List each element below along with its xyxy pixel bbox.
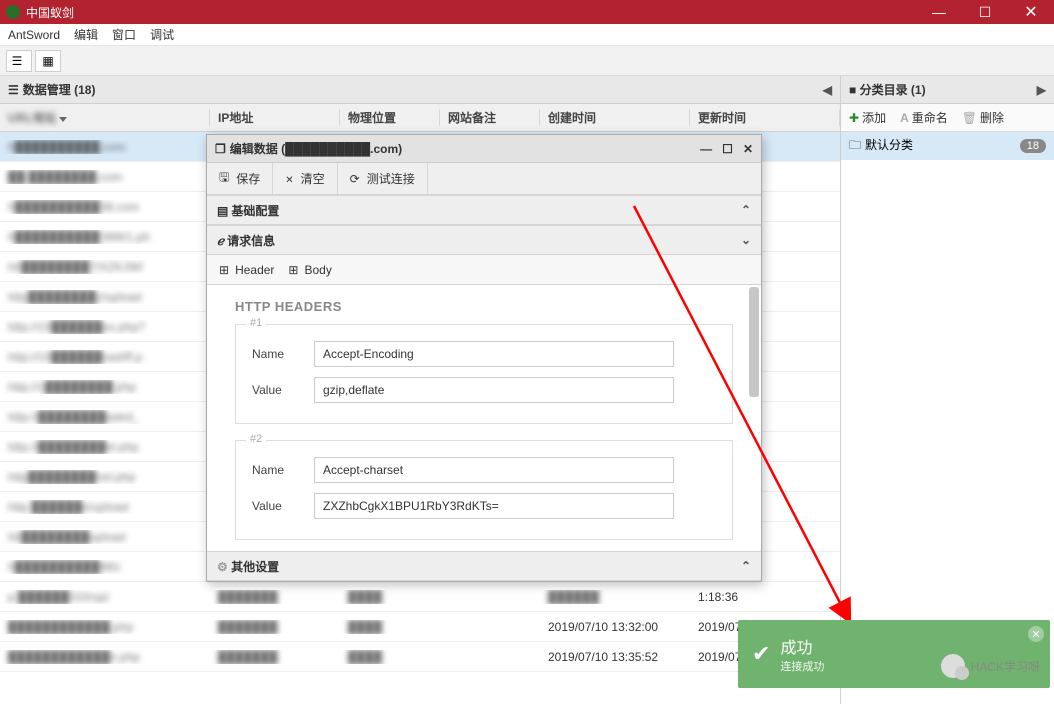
table-row[interactable]: p:██████010/upl█████████████████1:18:36: [0, 582, 840, 612]
group-label-2: #2: [246, 433, 266, 445]
menubar: AntSword 编辑 窗口 调试: [0, 24, 1054, 46]
view-toolbar: [0, 46, 1054, 76]
section-basic-config[interactable]: 基础配置 ⌃: [207, 195, 761, 225]
test-connection-button[interactable]: 测试连接: [338, 163, 428, 195]
category-panel: ■ 分类目录 (1) ▶ ✚ 添加 A 重命名 🗑 删除 默认分类 18: [841, 76, 1054, 704]
check-icon: ✔: [752, 641, 770, 667]
collapse-right-icon[interactable]: ▶: [1037, 83, 1046, 97]
list-icon: [8, 83, 23, 97]
maximize-button[interactable]: ☐: [962, 0, 1008, 24]
clear-button[interactable]: 清空: [273, 163, 337, 195]
table-row[interactable]: ████████████n.php███████████2019/07/10 1…: [0, 642, 840, 672]
col-url[interactable]: URL地址: [0, 109, 210, 126]
table-row[interactable]: ████████████.php███████████2019/07/10 13…: [0, 612, 840, 642]
plus-icon: [219, 263, 231, 277]
dialog-close[interactable]: ✕: [743, 142, 753, 156]
globe-icon: [217, 234, 227, 248]
file-icon: [217, 204, 231, 218]
toast-subtitle: 连接成功: [780, 658, 824, 674]
rename-category-button[interactable]: A 重命名: [900, 109, 948, 126]
category-item-default[interactable]: 默认分类 18: [841, 132, 1054, 160]
minimize-button[interactable]: —: [916, 0, 962, 24]
folder-icon: [849, 138, 865, 152]
col-ip[interactable]: IP地址: [210, 109, 340, 126]
dialog-maximize[interactable]: ☐: [722, 142, 733, 156]
section-request-info[interactable]: 请求信息 ⌄: [207, 225, 761, 255]
chevron-up-icon: ⌃: [741, 559, 751, 573]
collapse-left-icon[interactable]: ◀: [823, 83, 832, 97]
menu-debug[interactable]: 调试: [150, 26, 174, 43]
scrollbar[interactable]: [749, 287, 759, 549]
window-icon: [215, 142, 230, 156]
col-loc[interactable]: 物理位置: [340, 109, 440, 126]
spinner-icon: [350, 172, 363, 186]
toast-close-button[interactable]: ✕: [1028, 626, 1044, 642]
titlebar: 中国蚁剑 — ☐ ✕: [0, 0, 1054, 24]
gear-icon: [217, 560, 228, 574]
category-toolbar: ✚ 添加 A 重命名 🗑 删除: [841, 104, 1054, 132]
request-body-area: HTTP HEADERS #1 Name Value #2 Name Value: [207, 285, 761, 551]
category-panel-header: ■ 分类目录 (1) ▶: [841, 76, 1054, 104]
dialog-titlebar[interactable]: 编辑数据 (██████████.com) — ☐ ✕: [207, 135, 761, 163]
header2-value-input[interactable]: [314, 493, 674, 519]
window-title: 中国蚁剑: [26, 4, 74, 21]
menu-antsword[interactable]: AntSword: [8, 28, 60, 42]
dialog-minimize[interactable]: —: [700, 142, 712, 156]
col-ctime[interactable]: 创建时间: [540, 109, 690, 126]
view-grid-button[interactable]: [35, 50, 61, 72]
chevron-up-icon: ⌃: [741, 203, 751, 217]
plus-icon: [288, 263, 300, 277]
header2-name-input[interactable]: [314, 457, 674, 483]
request-sub-toolbar: Header Body: [207, 255, 761, 285]
add-body-button[interactable]: Body: [288, 263, 331, 277]
toast-title: 成功: [780, 634, 824, 658]
add-category-button[interactable]: ✚ 添加: [849, 109, 886, 126]
edit-data-dialog: 编辑数据 (██████████.com) — ☐ ✕ 保存 清空 测试连接 基…: [206, 134, 762, 582]
header-group-2: #2 Name Value: [235, 440, 733, 540]
data-panel-title: 数据管理 (18): [23, 83, 96, 97]
watermark-text: HACK学习呀: [971, 658, 1040, 675]
delete-category-button[interactable]: 🗑 删除: [962, 109, 1004, 126]
data-panel-header: 数据管理 (18) ◀: [0, 76, 840, 104]
dialog-title: 编辑数据 (██████████.com): [230, 142, 402, 156]
close-button[interactable]: ✕: [1008, 0, 1054, 24]
group-label-1: #1: [246, 317, 266, 329]
header1-value-input[interactable]: [314, 377, 674, 403]
save-icon: [219, 168, 232, 189]
col-utime[interactable]: 更新时间: [690, 109, 840, 126]
add-header-button[interactable]: Header: [219, 263, 274, 277]
wechat-icon: [941, 654, 965, 678]
section-other-settings[interactable]: 其他设置 ⌃: [207, 551, 761, 581]
header-group-1: #1 Name Value: [235, 324, 733, 424]
app-logo-icon: [6, 5, 20, 19]
dialog-toolbar: 保存 清空 测试连接: [207, 163, 761, 195]
menu-edit[interactable]: 编辑: [74, 26, 98, 43]
http-headers-heading: HTTP HEADERS: [235, 299, 751, 314]
view-list-button[interactable]: [6, 50, 32, 72]
category-panel-title: 分类目录 (1): [860, 83, 926, 97]
category-count-badge: 18: [1020, 139, 1046, 153]
save-button[interactable]: 保存: [207, 163, 273, 195]
col-note[interactable]: 网站备注: [440, 109, 540, 126]
header1-name-input[interactable]: [314, 341, 674, 367]
menu-window[interactable]: 窗口: [112, 26, 136, 43]
watermark: HACK学习呀: [941, 654, 1040, 678]
chevron-down-icon: ⌄: [741, 233, 751, 247]
table-header: URL地址 IP地址 物理位置 网站备注 创建时间 更新时间: [0, 104, 840, 132]
folder-icon: ■: [849, 83, 856, 97]
clear-icon: [285, 172, 296, 186]
scrollbar-thumb[interactable]: [749, 287, 759, 397]
